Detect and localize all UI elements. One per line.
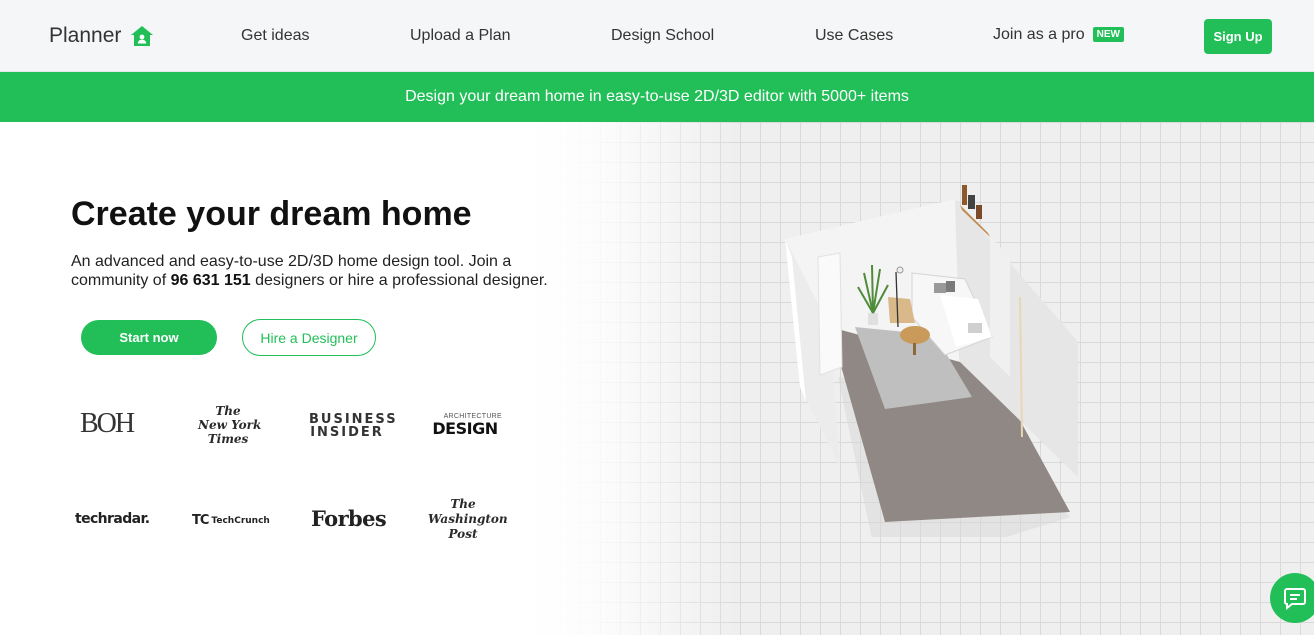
nav-join-as-pro[interactable]: Join as a pro NEW: [993, 26, 1124, 44]
logo-text: Planner: [49, 24, 122, 47]
forbes-logo: Forbes: [311, 506, 387, 531]
new-badge: NEW: [1092, 27, 1124, 42]
planner-logo[interactable]: Planner: [49, 24, 154, 48]
nav-design-school[interactable]: Design School: [611, 27, 714, 45]
sign-up-button[interactable]: Sign Up: [1204, 19, 1272, 54]
designer-count: 96 631 151: [170, 272, 251, 289]
hero-description-part2: designers or hire a professional designe…: [250, 272, 548, 289]
nav-upload-plan[interactable]: Upload a Plan: [410, 27, 511, 45]
techcrunch-logo: TC TechCrunch: [192, 513, 270, 528]
hire-designer-button[interactable]: Hire a Designer: [242, 319, 376, 356]
house-icon: [131, 26, 154, 46]
wp-line1: The: [450, 497, 476, 511]
hero-description: An advanced and easy-to-use 2D/3D home d…: [71, 252, 561, 290]
washington-post-logo: The Washington Post: [428, 497, 508, 542]
start-now-button[interactable]: Start now: [81, 320, 217, 355]
business-insider-logo: BUSINESS INSIDER: [309, 413, 396, 440]
bi-line2: INSIDER: [310, 425, 384, 440]
nav-join-as-pro-label: Join as a pro: [993, 26, 1085, 43]
top-navigation-bar: Planner Get ideas Upload a Plan Design S…: [0, 0, 1314, 72]
architecture-design-logo: ARCHITECTURE DESIGN: [428, 413, 502, 438]
nyt-line3: Times: [207, 432, 249, 446]
chat-button[interactable]: [1270, 573, 1314, 623]
hero-title: Create your dream home: [71, 195, 472, 233]
techradar-logo: techradar.: [75, 511, 150, 527]
3d-room-illustration: [785, 185, 1078, 537]
nav-get-ideas[interactable]: Get ideas: [241, 27, 309, 45]
new-york-times-logo: The New York Times: [198, 404, 262, 446]
promo-banner[interactable]: Design your dream home in easy-to-use 2D…: [0, 72, 1314, 122]
nyt-line1: The: [215, 404, 241, 418]
ad-big-text: DESIGN: [432, 419, 498, 438]
nyt-line2: New York: [198, 418, 262, 432]
nav-use-cases[interactable]: Use Cases: [815, 27, 893, 45]
wp-line2: Washington: [428, 512, 508, 526]
wp-line3: Post: [448, 527, 478, 541]
boh-logo: BOH: [80, 408, 135, 439]
promo-banner-text: Design your dream home in easy-to-use 2D…: [405, 88, 909, 105]
techcrunch-mark: TC: [192, 513, 209, 528]
techcrunch-text: TechCrunch: [211, 515, 270, 526]
chat-bubble-icon: [1284, 588, 1306, 610]
